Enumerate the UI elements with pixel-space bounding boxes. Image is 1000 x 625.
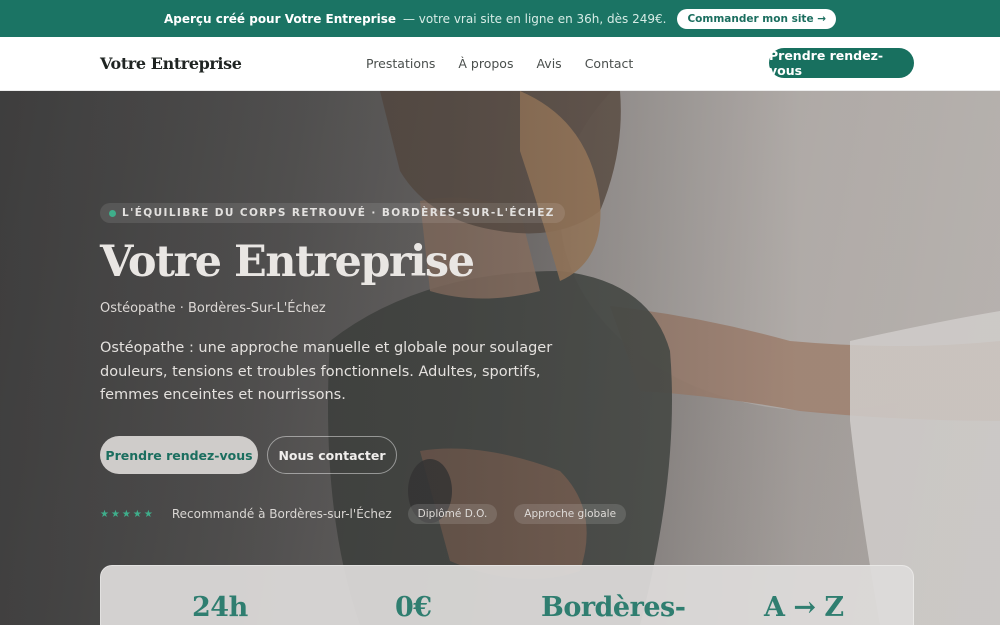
hero-book-appointment-button[interactable]: Prendre rendez-vous: [100, 436, 258, 474]
stat-value: A → Z: [764, 592, 844, 623]
stat-value: 24h: [192, 592, 248, 623]
badge-global-approach: Approche globale: [514, 504, 627, 524]
hero-title: Votre Entreprise: [100, 237, 475, 287]
hero-contact-button[interactable]: Nous contacter: [267, 436, 397, 474]
recommendation-text: Recommandé à Bordères-sur-l'Échez: [171, 507, 392, 521]
nav-link-contact[interactable]: Contact: [585, 56, 634, 71]
hero-eyebrow-text: L'ÉQUILIBRE DU CORPS RETROUVÉ · BORDÈRES…: [122, 207, 555, 219]
star-icon: ★★★★★: [100, 508, 155, 520]
hero-description: Ostéopathe : une approche manuelle et gl…: [100, 340, 553, 403]
stat-value: Bordères-: [541, 592, 686, 623]
banner-lead-text: Aperçu créé pour Votre Entreprise: [163, 11, 396, 26]
order-site-button[interactable]: Commander mon site →: [677, 8, 837, 29]
hero-subtitle: Ostéopathe · Bordères-Sur-L'Échez: [100, 301, 326, 316]
banner-text: — votre vrai site en ligne en 36h, dès 2…: [402, 11, 667, 26]
nav-book-appointment-button[interactable]: Prendre rendez-vous: [769, 48, 914, 78]
nav-links: Prestations À propos Avis Contact: [366, 56, 633, 71]
nav-link-prestations[interactable]: Prestations: [366, 56, 435, 71]
site-logo[interactable]: Votre Entreprise: [100, 54, 242, 73]
stats-card: 24h 0€ Bordères- A → Z: [100, 565, 914, 625]
status-dot-icon: [109, 209, 116, 217]
hero-section: L'ÉQUILIBRE DU CORPS RETROUVÉ · BORDÈRES…: [0, 91, 1000, 625]
stat-value: 0€: [395, 592, 432, 623]
promo-banner: Aperçu créé pour Votre Entreprise — votr…: [0, 0, 1000, 37]
top-navigation: Votre Entreprise Prestations À propos Av…: [0, 37, 1000, 91]
hero-eyebrow-badge: L'ÉQUILIBRE DU CORPS RETROUVÉ · BORDÈRES…: [100, 203, 565, 223]
nav-link-reviews[interactable]: Avis: [536, 56, 561, 71]
trust-row: ★★★★★ Recommandé à Bordères-sur-l'Échez …: [100, 504, 627, 524]
badge-diploma: Diplômé D.O.: [407, 504, 498, 524]
nav-link-about[interactable]: À propos: [458, 56, 513, 71]
